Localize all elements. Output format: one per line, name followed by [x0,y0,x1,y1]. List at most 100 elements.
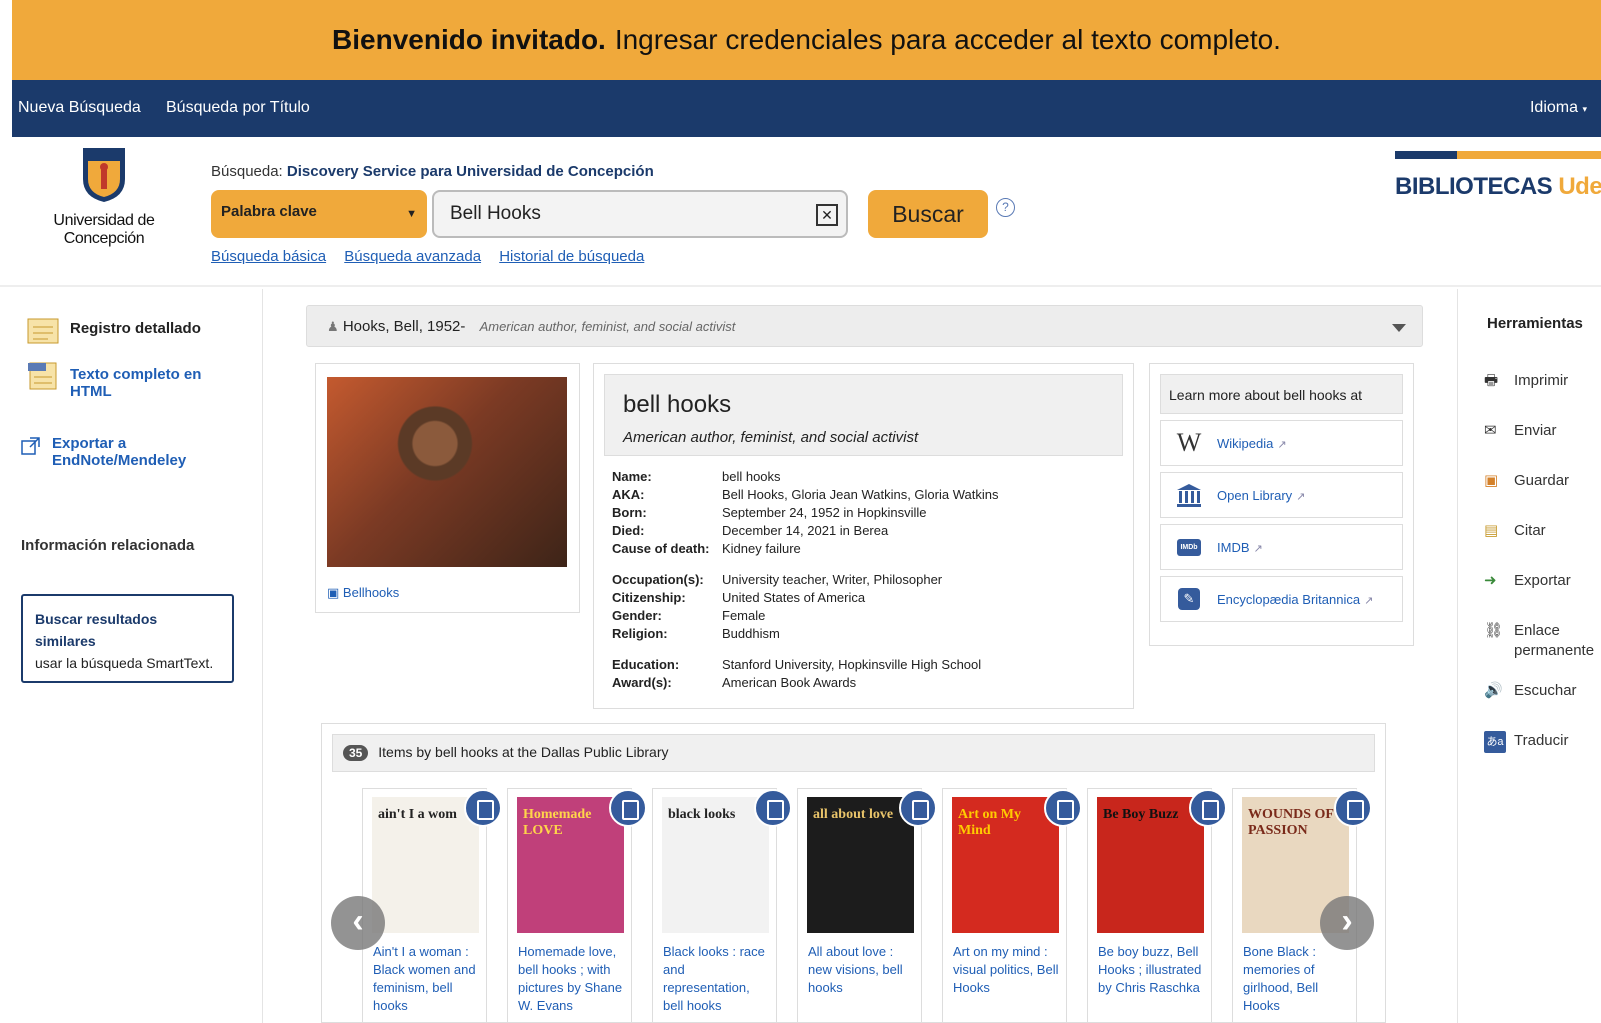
pencil-icon: ✎ [1175,586,1203,612]
author-photo[interactable] [327,377,567,567]
imdb-icon: IMDb [1175,534,1203,560]
book-card[interactable]: all about love All about love : new visio… [797,788,937,1023]
search-header: Universidad de Concepción Búsqueda: Disc… [0,137,1601,287]
book-card[interactable]: ain't I a wom Ain't I a woman : Black wom… [362,788,502,1023]
fact-row: Name: bell hooks [612,468,1123,486]
fact-row: Citizenship: United States of America [612,589,1123,607]
imdb-link[interactable]: IMDb IMDB ↗ [1160,524,1403,570]
university-logo[interactable]: Universidad de Concepción [14,147,194,248]
book-cover[interactable]: all about love [807,797,914,933]
search-history-link[interactable]: Historial de búsqueda [499,248,644,265]
tool-label: Traducir [1514,732,1569,749]
export-endnote-item[interactable]: Exportar a EndNote/Mendeley [20,435,212,469]
book-icon [899,789,937,827]
university-name: Universidad de Concepción [53,212,155,247]
language-label: Idioma [1529,99,1579,116]
html-icon [28,362,57,390]
book-title[interactable]: Be boy buzz, Bell Hooks ; illustrated by… [1098,943,1208,997]
book-card[interactable]: Homemade LOVE Homemade love, bell hooks ;… [507,788,647,1023]
book-icon [609,789,647,827]
book-icon [1334,789,1372,827]
book-cover[interactable]: ain't I a wom [372,797,479,933]
export-endnote-label: Exportar a EndNote/Mendeley [52,435,187,469]
photo-caption[interactable]: ▣ Bellhooks [327,585,399,601]
export-icon: ➜ [1484,572,1497,589]
cite-tool[interactable]: ▤ Citar [1484,521,1546,543]
book-title[interactable]: Art on my mind : visual politics, Bell H… [953,943,1063,997]
left-sidebar: Registro detallado Texto completo en HTM… [0,289,263,1023]
full-text-html-item[interactable]: Texto completo en HTML [26,361,220,400]
open-library-link[interactable]: Open Library ↗ [1160,472,1403,518]
external-link-icon: ↗ [1277,438,1287,451]
person-header[interactable]: ♟ Hooks, Bell, 1952- American author, fe… [306,305,1423,347]
print-tool[interactable]: 🖶 Imprimir [1484,371,1568,393]
book-card[interactable]: Be Boy Buzz Be boy buzz, Bell Hooks ; ill… [1087,788,1227,1023]
book-card[interactable]: Art on My Mind Art on my mind : visual po… [942,788,1082,1023]
search-service-label: Búsqueda: Discovery Service para Univers… [211,163,654,180]
language-menu[interactable]: Idioma ▾ [1530,99,1587,117]
cover-text: all about love [813,807,894,822]
book-cover[interactable]: Homemade LOVE [517,797,624,933]
book-title[interactable]: Homemade love, bell hooks ; with picture… [518,943,628,1015]
prev-arrow-icon[interactable]: ‹ [331,896,385,950]
search-field-select[interactable]: Palabra clave ▼ [211,190,427,238]
fact-key: Religion: [612,626,668,641]
book-cover[interactable]: Art on My Mind [952,797,1059,933]
detailed-record-item[interactable]: Registro detallado [26,315,201,345]
fact-key: Born: [612,505,647,520]
permalink-tool[interactable]: ⛓ Enlace permanente [1484,621,1601,661]
fact-row: Born: September 24, 1952 in Hopkinsville [612,504,1123,522]
person-heading-name: Hooks, Bell, 1952- [342,318,466,335]
book-cover[interactable]: black looks [662,797,769,933]
fact-row: Education: Stanford University, Hopkinsvi… [612,656,1123,674]
translate-tool[interactable]: あa Traducir [1484,731,1568,753]
printer-icon: 🖶 [1484,372,1499,389]
info-header: bell hooks American author, feminist, an… [604,374,1123,456]
chevron-down-icon: ▾ [1582,104,1587,114]
search-field-value: Palabra clave [221,203,317,220]
fact-key: Died: [612,523,645,538]
help-icon[interactable]: ? [996,198,1015,217]
export-tool[interactable]: ➜ Exportar [1484,571,1571,593]
related-info-title: Información relacionada [21,537,195,554]
cover-text: black looks [668,807,736,822]
items-count-badge: 35 [343,745,369,761]
britannica-link[interactable]: ✎ Encyclopædia Britannica ↗ [1160,576,1403,622]
book-card[interactable]: black looks Black looks : race and repres… [652,788,792,1023]
person-subtitle: American author, feminist, and social ac… [623,429,919,446]
wikipedia-link[interactable]: W Wikipedia ↗ [1160,420,1403,466]
person-heading-desc: American author, feminist, and social ac… [479,319,736,334]
external-link-icon: ↗ [1253,542,1263,555]
learn-more-title: Learn more about bell hooks at [1160,374,1403,414]
chevron-down-icon: ▼ [406,208,417,220]
email-tool[interactable]: ✉ Enviar [1484,421,1557,443]
basic-search-link[interactable]: Búsqueda básica [211,248,326,265]
fact-value: Bell Hooks, Gloria Jean Watkins, Gloria … [722,487,999,502]
search-button[interactable]: Buscar [868,190,988,238]
fact-key: Gender: [612,608,662,623]
nav-new-search[interactable]: Nueva Búsqueda [18,99,141,117]
book-title[interactable]: All about love : new visions, bell hooks [808,943,918,997]
bibliotecas-logo[interactable]: BIBLIOTECAS UdeC [1395,151,1601,201]
fact-value: Stanford University, Hopkinsville High S… [722,657,982,672]
next-arrow-icon[interactable]: › [1320,896,1374,950]
search-input[interactable]: Bell Hooks ✕ [432,190,848,238]
save-tool[interactable]: ▣ Guardar [1484,471,1569,493]
book-title[interactable]: Ain't I a woman : Black women and femini… [373,943,483,1015]
fact-key: Award(s): [612,675,672,690]
caret-down-icon[interactable] [1392,324,1406,332]
fact-value: bell hooks [722,469,781,484]
banner-message: Ingresar credenciales para acceder al te… [614,24,1281,55]
library-icon [1177,484,1201,507]
similar-results-box[interactable]: Buscar resultados similares usar la búsq… [21,594,234,683]
main-content: ♟ Hooks, Bell, 1952- American author, fe… [306,305,1423,1023]
nav-title-search[interactable]: Búsqueda por Título [166,99,310,117]
listen-tool[interactable]: 🔊 Escuchar [1484,681,1577,703]
book-title[interactable]: Bone Black : memories of girlhood, Bell … [1243,943,1353,1015]
book-cover[interactable]: Be Boy Buzz [1097,797,1204,933]
advanced-search-link[interactable]: Búsqueda avanzada [344,248,481,265]
book-title[interactable]: Black looks : race and representation, b… [663,943,773,1015]
banner-greeting: Bienvenido invitado. [332,24,606,55]
clear-icon[interactable]: ✕ [816,204,838,226]
